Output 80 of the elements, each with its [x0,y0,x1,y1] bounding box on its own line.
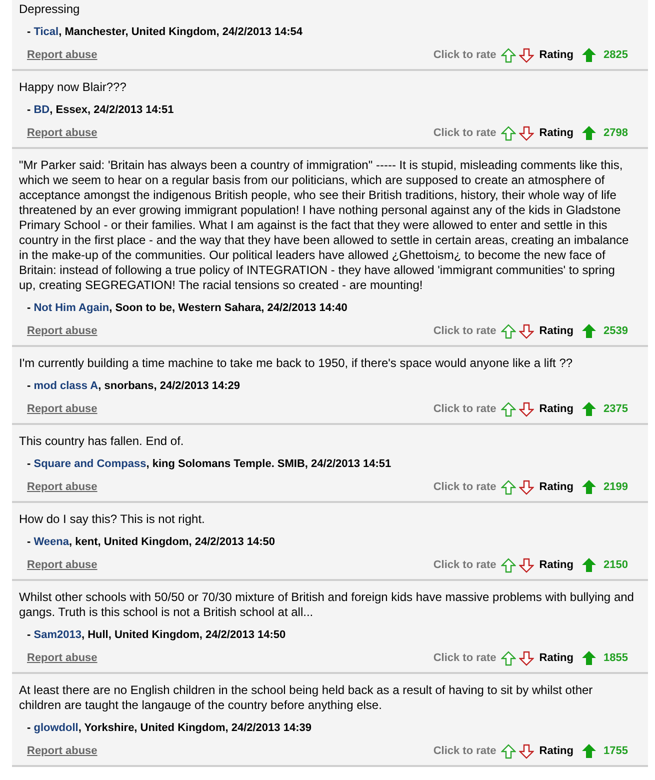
rating-value: 2798 [604,127,628,139]
rating-label: Rating [539,403,574,415]
rating-value: 2375 [604,403,628,415]
comment-text: How do I say this? This is not right. [19,512,206,527]
down-arrow-icon[interactable] [519,48,534,62]
up-arrow-icon [580,743,597,759]
byline-dash: - [27,26,31,38]
author-details: , Hull, United Kingdom, 24/2/2013 14:50 [81,629,286,641]
report-abuse-link[interactable]: Report abuse [27,325,98,337]
report-abuse-link[interactable]: Report abuse [27,127,98,139]
report-abuse-link[interactable]: Report abuse [27,481,98,493]
click-to-rate-label: Click to rate [433,127,496,139]
author-details: , king Solomans Temple. SMIB, 24/2/2013 14:51 [146,458,392,470]
author-details: , Essex, 24/2/2013 14:51 [50,104,174,116]
down-arrow-icon[interactable] [519,650,534,666]
report-abuse-link[interactable]: Report abuse [27,403,98,415]
up-arrow-icon [580,557,597,573]
up-arrow-icon [580,479,597,495]
up-arrow-icon [580,125,597,141]
click-to-rate-label: Click to rate [433,481,496,493]
author-details: , Manchester, United Kingdom, 24/2/2013 14:54 [58,26,303,38]
rating-label: Rating [539,745,574,757]
comment-text: Whilst other schools with 50/50 or 70/30 mixture of British and foreign kids have massive problems with bullying and gangs. Truth is this school is not a British school at all... [19,590,634,620]
rating-value: 2199 [604,481,628,493]
comment-text: This country has fallen. End of. [19,434,185,449]
down-arrow-icon[interactable] [519,324,534,338]
rating-value: 1755 [604,745,628,757]
author-link[interactable]: Square and Compass [34,458,146,470]
author-link[interactable]: mod class A [34,380,98,392]
author-details: , kent, United Kingdom, 24/2/2013 14:50 [69,536,276,548]
down-arrow-icon[interactable] [519,558,534,572]
click-to-rate-label: Click to rate [433,49,496,61]
author-link[interactable]: BD [34,104,50,116]
author-details: , Yorkshire, United Kingdom, 24/2/2013 14:39 [78,722,312,734]
rating-label: Rating [539,49,574,61]
rating-label: Rating [539,481,574,493]
up-arrow-icon [580,323,597,339]
comment-text: I'm currently building a time machine to take me back to 1950, if there's space would anyone like a lift ?? [19,356,574,371]
comment-text: At least there are no English children in the school being held back as a result of having to sit by whilst other children are taught the langauge of the country before anything else. [19,683,594,713]
comment-text: Happy now Blair??? [19,80,128,95]
rating-value: 2539 [604,325,628,337]
rating-value: 2150 [604,559,628,571]
byline-dash: - [27,629,31,641]
author-details: , snorbans, 24/2/2013 14:29 [98,380,240,392]
report-abuse-link[interactable]: Report abuse [27,652,98,664]
byline-dash: - [27,302,31,314]
rating-label: Rating [539,652,574,664]
down-arrow-icon[interactable] [519,480,534,494]
rating-label: Rating [539,127,574,139]
up-arrow-icon [580,47,597,63]
up-arrow-icon [580,401,597,417]
click-to-rate-label: Click to rate [433,559,496,571]
report-abuse-link[interactable]: Report abuse [27,559,98,571]
click-to-rate-label: Click to rate [433,325,496,337]
author-link[interactable]: Weena [34,536,69,548]
down-arrow-icon[interactable] [519,744,534,758]
byline-dash: - [27,380,31,392]
comment-text: "Mr Parker said: 'Britain has always been a country of immigration" ----- It is stupid, misleading comments like this, which we seem to hear on a regular basis from our politicians, which are supposed to create an atmosphere of acceptance amongst the indigenous British people, who see their British traditions, history, their whole way of life threatened by an ever growing immigrant population! I have nothing personal against any of the kids in Gladstone Primary School - or their families. What I am against is the fact that they were allowed to enter and settle in this country in the first place - and the way that they have been allowed to settle in certain areas, creating an imbalance in the make-up of the communities. Our political leaders have allowed ¿Ghettoism¿ to become the new face of Britain: instead of following a true policy of INTEGRATION - they have allowed 'immigrant communities' to spring up, creating SEGREGATION! The racial tensions so created - are mounting! [19,158,630,293]
down-arrow-icon[interactable] [519,126,534,140]
byline-dash: - [27,104,31,116]
author-link[interactable]: Sam2013 [34,629,82,641]
up-arrow-icon [580,650,597,666]
author-details: , Soon to be, Western Sahara, 24/2/2013 14:40 [109,302,348,314]
rating-label: Rating [539,559,574,571]
comment-text: Depressing [19,2,81,17]
author-link[interactable]: Not Him Again [34,302,110,314]
byline-dash: - [27,722,31,734]
rating-value: 1855 [604,652,628,664]
byline-dash: - [27,458,31,470]
byline-dash: - [27,536,31,548]
report-abuse-link[interactable]: Report abuse [27,49,98,61]
rating-value: 2825 [604,49,628,61]
down-arrow-icon[interactable] [519,402,534,416]
author-link[interactable]: glowdoll [34,722,78,734]
report-abuse-link[interactable]: Report abuse [27,745,98,757]
rating-label: Rating [539,325,574,337]
click-to-rate-label: Click to rate [433,403,496,415]
author-link[interactable]: Tical [34,26,59,38]
click-to-rate-label: Click to rate [433,652,496,664]
click-to-rate-label: Click to rate [433,745,496,757]
